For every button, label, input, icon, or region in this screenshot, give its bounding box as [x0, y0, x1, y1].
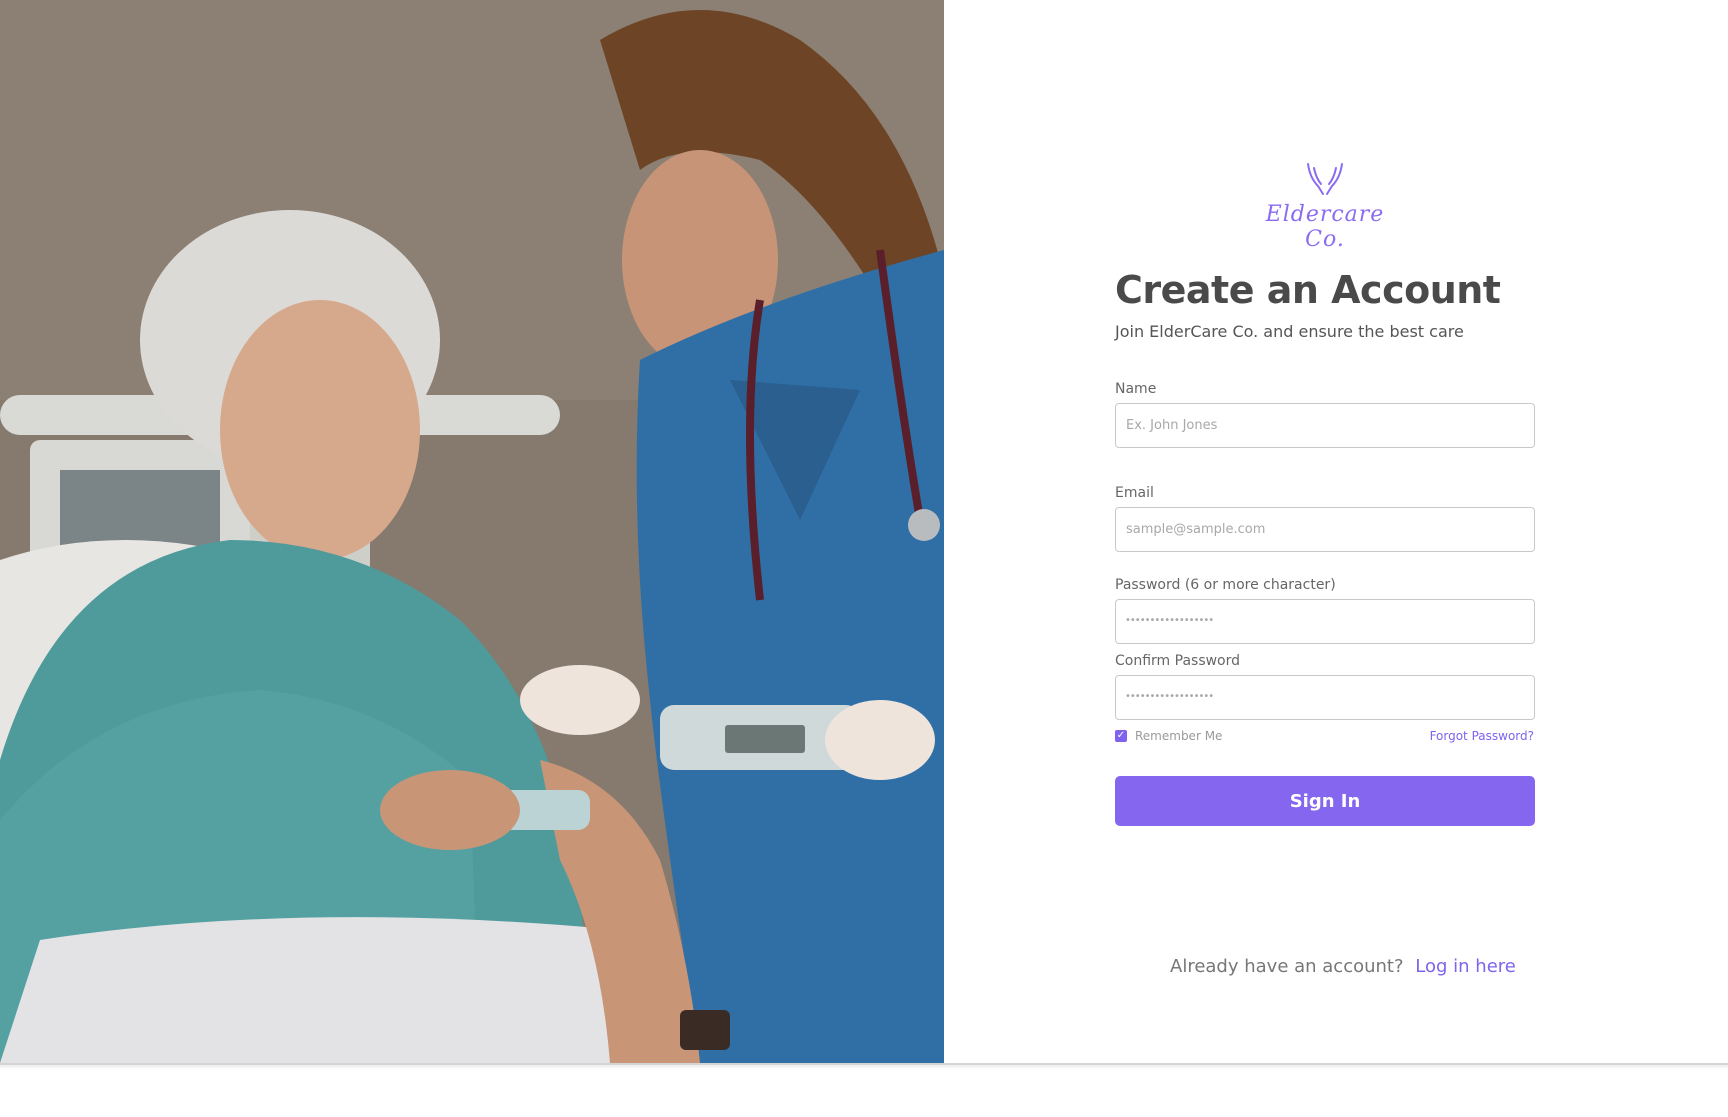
login-prompt-text: Already have an account? [1170, 956, 1404, 977]
login-link[interactable]: Log in here [1415, 956, 1516, 977]
remember-me-checkbox[interactable]: ✓ [1115, 730, 1127, 742]
forgot-password-link[interactable]: Forgot Password? [1430, 729, 1534, 743]
confirm-password-label: Confirm Password [1115, 653, 1241, 669]
nurse-with-elderly-patient-illustration [0, 0, 944, 1063]
email-label: Email [1115, 485, 1154, 501]
bottom-strip [0, 1063, 1728, 1117]
sign-in-button[interactable]: Sign In [1115, 776, 1535, 826]
password-input[interactable] [1115, 599, 1535, 644]
caring-hands-icon [1307, 163, 1343, 195]
confirm-password-input[interactable] [1115, 675, 1535, 720]
remember-me-row[interactable]: ✓ Remember Me [1115, 729, 1222, 743]
hero-photo [0, 0, 944, 1063]
brand-name: Eldercare Co. [1265, 202, 1385, 252]
email-input[interactable] [1115, 507, 1535, 552]
page-subtitle: Join ElderCare Co. and ensure the best c… [1115, 322, 1464, 341]
page-title: Create an Account [1115, 268, 1501, 312]
name-label: Name [1115, 381, 1157, 397]
signup-page: Eldercare Co. Create an Account Join Eld… [0, 0, 1728, 1117]
brand-logo: Eldercare Co. [1260, 160, 1390, 252]
name-input[interactable] [1115, 403, 1535, 448]
password-label: Password (6 or more character) [1115, 577, 1336, 593]
remember-me-label: Remember Me [1135, 729, 1223, 743]
login-prompt: Already have an account? Log in here [1170, 956, 1516, 977]
